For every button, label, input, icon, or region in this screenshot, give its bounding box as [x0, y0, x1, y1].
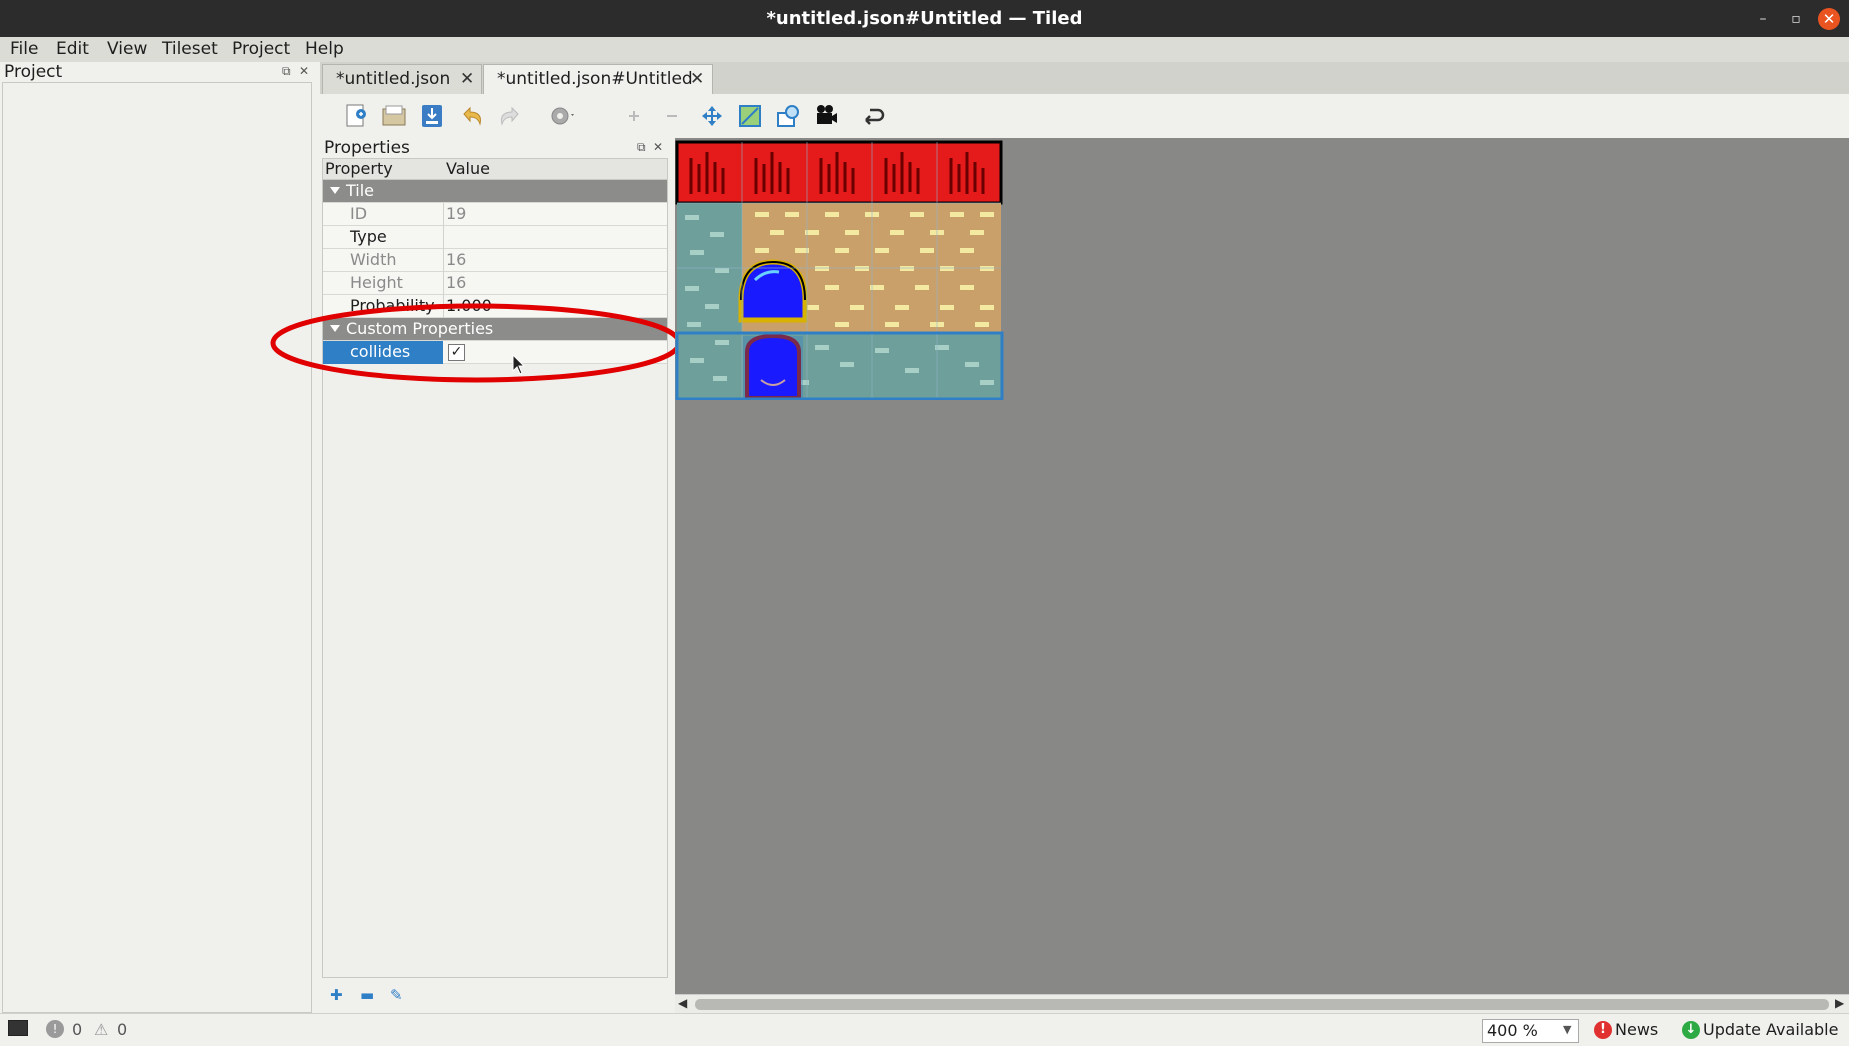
- rearrange-icon[interactable]: [698, 102, 726, 130]
- dock-close-icon[interactable]: ✕: [299, 64, 309, 78]
- group-tile[interactable]: Tile: [323, 180, 667, 203]
- update-icon[interactable]: ↓: [1682, 1021, 1700, 1039]
- add-tiles-icon[interactable]: [620, 102, 648, 130]
- menu-project[interactable]: Project: [232, 39, 290, 59]
- tileset-toolbar: [320, 94, 1849, 138]
- save-icon[interactable]: [418, 102, 446, 130]
- tileset-properties-icon[interactable]: [548, 102, 576, 130]
- properties-panel: Properties ⧉ ✕ Property Value Tile ID 19…: [320, 138, 668, 1013]
- console-icon[interactable]: [8, 1020, 28, 1036]
- tileset-image[interactable]: [675, 140, 1005, 400]
- horizontal-scrollbar[interactable]: ◀ ▶: [675, 994, 1849, 1013]
- property-row-type[interactable]: Type: [323, 226, 667, 249]
- property-value: 16: [446, 273, 467, 292]
- undo-icon[interactable]: [458, 102, 486, 130]
- mouse-cursor-icon: [512, 354, 526, 375]
- dock-close-icon[interactable]: ✕: [653, 140, 663, 154]
- annotation-ellipse: [270, 303, 682, 383]
- status-bar: ! 0 ⚠ 0 400 % ▼ ! News ↓ Update Availabl…: [0, 1013, 1849, 1046]
- document-tabs: *untitled.json ✕ *untitled.json#Untitled…: [320, 62, 1849, 94]
- group-label: Tile: [346, 181, 375, 200]
- scrollbar-thumb[interactable]: [695, 999, 1829, 1010]
- dock-float-icon[interactable]: ⧉: [282, 64, 291, 79]
- chevron-down-icon[interactable]: ▼: [1563, 1023, 1571, 1036]
- tab-untitled-tileset[interactable]: *untitled.json#Untitled ✕: [483, 64, 713, 94]
- update-available-link[interactable]: Update Available: [1703, 1020, 1838, 1039]
- project-dock-title: Project: [4, 62, 63, 82]
- expand-arrow-icon[interactable]: [330, 187, 340, 194]
- news-icon[interactable]: !: [1594, 1021, 1612, 1039]
- dynamic-wrapping-icon[interactable]: [860, 102, 888, 130]
- menu-help[interactable]: Help: [305, 39, 344, 59]
- add-property-icon[interactable]: ✚: [330, 986, 343, 1004]
- rename-property-icon[interactable]: ✎: [390, 986, 403, 1004]
- menu-edit[interactable]: Edit: [56, 39, 89, 59]
- tileset-canvas[interactable]: [675, 138, 1849, 994]
- error-icon[interactable]: !: [46, 1020, 64, 1038]
- column-value[interactable]: Value: [446, 159, 490, 178]
- minimize-icon[interactable]: –: [1752, 8, 1774, 30]
- redo-icon[interactable]: [496, 102, 524, 130]
- collision-editor-icon[interactable]: [774, 102, 802, 130]
- tab-label: *untitled.json#Untitled: [497, 69, 693, 89]
- tab-untitled-json[interactable]: *untitled.json ✕: [322, 64, 482, 94]
- warning-count: 0: [117, 1020, 128, 1039]
- property-value: 19: [446, 204, 467, 223]
- properties-header: Property Value: [323, 159, 667, 180]
- close-tab-icon[interactable]: ✕: [690, 69, 704, 89]
- error-count: 0: [72, 1020, 83, 1039]
- properties-title: Properties: [324, 138, 410, 158]
- property-key: ID: [350, 204, 368, 223]
- property-value: 16: [446, 250, 467, 269]
- remove-tiles-icon[interactable]: [658, 102, 686, 130]
- scroll-left-icon[interactable]: ◀: [678, 996, 687, 1010]
- property-key: Type: [350, 227, 387, 246]
- window-title: *untitled.json#Untitled — Tiled: [766, 8, 1083, 29]
- menu-file[interactable]: File: [10, 39, 38, 59]
- animation-editor-icon[interactable]: [812, 102, 840, 130]
- scroll-right-icon[interactable]: ▶: [1835, 996, 1844, 1010]
- tab-label: *untitled.json: [336, 69, 451, 89]
- close-window-icon[interactable]: ✕: [1818, 8, 1840, 30]
- project-tree[interactable]: [2, 82, 312, 1013]
- zoom-value: 400 %: [1487, 1021, 1538, 1040]
- property-key: Width: [350, 250, 397, 269]
- terrain-icon[interactable]: [736, 102, 764, 130]
- new-tileset-icon[interactable]: [342, 102, 370, 130]
- maximize-icon[interactable]: ▫: [1785, 8, 1807, 30]
- close-tab-icon[interactable]: ✕: [460, 69, 474, 89]
- open-icon[interactable]: [380, 102, 408, 130]
- menu-view[interactable]: View: [107, 39, 147, 59]
- news-link[interactable]: News: [1615, 1020, 1658, 1039]
- project-dock: Project ⧉ ✕: [0, 62, 313, 1013]
- property-row-id[interactable]: ID 19: [323, 203, 667, 226]
- warning-icon[interactable]: ⚠: [94, 1020, 108, 1039]
- properties-table[interactable]: Property Value Tile ID 19 Type Width 16 …: [322, 158, 668, 978]
- menu-bar: File Edit View Tileset Project Help: [0, 37, 1849, 62]
- column-property[interactable]: Property: [325, 159, 393, 178]
- property-row-width[interactable]: Width 16: [323, 249, 667, 272]
- dock-float-icon[interactable]: ⧉: [637, 140, 646, 155]
- title-bar: *untitled.json#Untitled — Tiled – ▫ ✕: [0, 0, 1849, 37]
- property-key: Height: [350, 273, 403, 292]
- menu-tileset[interactable]: Tileset: [162, 39, 218, 59]
- zoom-select[interactable]: 400 % ▼: [1482, 1019, 1579, 1043]
- remove-property-icon[interactable]: ▬: [360, 986, 374, 1004]
- property-row-height[interactable]: Height 16: [323, 272, 667, 295]
